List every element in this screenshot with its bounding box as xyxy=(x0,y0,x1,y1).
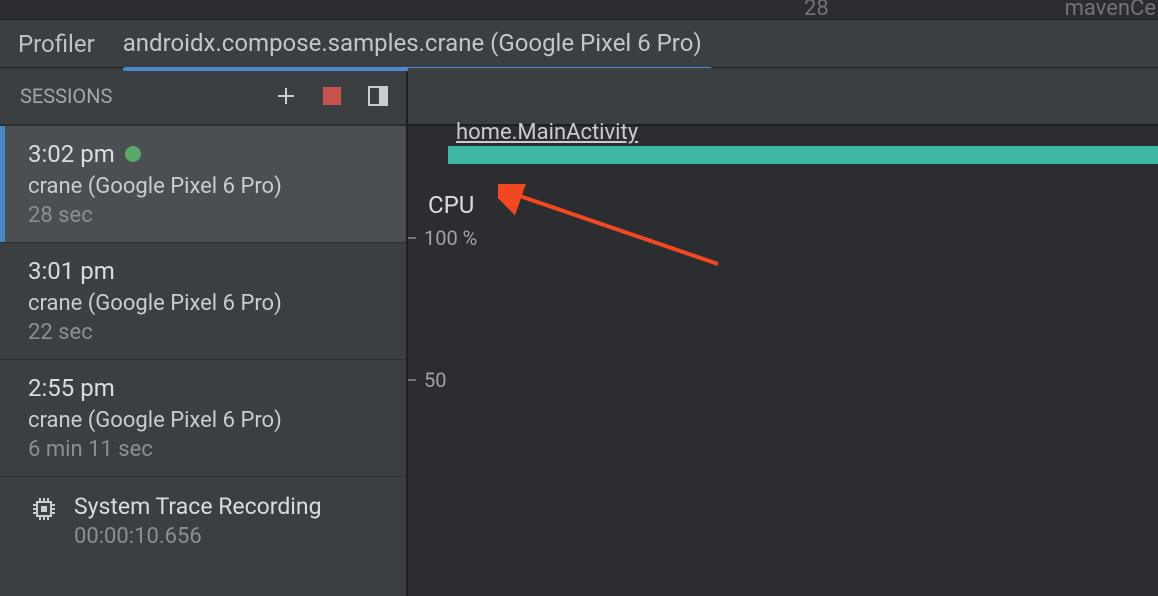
sessions-sidebar: SESSIONS 3:02 pm crane (Google Pixel 6 P… xyxy=(0,68,408,596)
axis-tick-50: 50 xyxy=(408,368,446,392)
cpu-chip-icon xyxy=(30,495,58,527)
session-time: 3:02 pm xyxy=(28,140,115,168)
sessions-title: SESSIONS xyxy=(20,84,112,108)
stop-recording-button[interactable] xyxy=(320,84,344,108)
toggle-panel-button[interactable] xyxy=(366,84,390,108)
session-item[interactable]: 3:02 pm crane (Google Pixel 6 Pro) 28 se… xyxy=(0,126,406,243)
add-session-button[interactable] xyxy=(274,84,298,108)
profiler-tab[interactable]: Profiler xyxy=(18,30,95,58)
editor-strip: 28 mavenCe xyxy=(0,0,1158,20)
stop-icon xyxy=(323,87,341,105)
session-device: crane (Google Pixel 6 Pro) xyxy=(28,174,386,199)
trace-recording-item[interactable]: System Trace Recording 00:00:10.656 xyxy=(0,477,406,565)
profiler-main[interactable]: home.MainActivity CPU 100 % 50 xyxy=(408,68,1158,596)
activity-label[interactable]: home.MainActivity xyxy=(456,120,638,145)
cpu-section-label[interactable]: CPU xyxy=(428,191,474,219)
process-tab[interactable]: androidx.compose.samples.crane (Google P… xyxy=(123,29,702,59)
session-duration: 22 sec xyxy=(28,320,386,345)
session-time: 3:01 pm xyxy=(28,257,115,285)
code-fragment: mavenCe xyxy=(1065,0,1156,21)
session-duration: 6 min 11 sec xyxy=(28,437,386,462)
plus-icon xyxy=(276,86,296,106)
recording-timestamp: 00:00:10.656 xyxy=(74,524,322,549)
session-device: crane (Google Pixel 6 Pro) xyxy=(28,291,386,316)
session-device: crane (Google Pixel 6 Pro) xyxy=(28,408,386,433)
timeline-header xyxy=(408,68,1158,126)
annotation-arrow xyxy=(498,184,728,274)
recording-label: System Trace Recording xyxy=(74,493,322,520)
axis-tick-100: 100 % xyxy=(408,226,477,250)
line-number: 28 xyxy=(804,0,829,21)
session-time: 2:55 pm xyxy=(28,374,115,402)
profiler-header: Profiler androidx.compose.samples.crane … xyxy=(0,20,1158,68)
recording-status-icon xyxy=(125,146,141,162)
sessions-header: SESSIONS xyxy=(0,68,406,126)
session-item[interactable]: 2:55 pm crane (Google Pixel 6 Pro) 6 min… xyxy=(0,360,406,477)
session-duration: 28 sec xyxy=(28,203,386,228)
session-item[interactable]: 3:01 pm crane (Google Pixel 6 Pro) 22 se… xyxy=(0,243,406,360)
panel-icon xyxy=(368,86,388,106)
activity-track[interactable] xyxy=(448,146,1158,164)
